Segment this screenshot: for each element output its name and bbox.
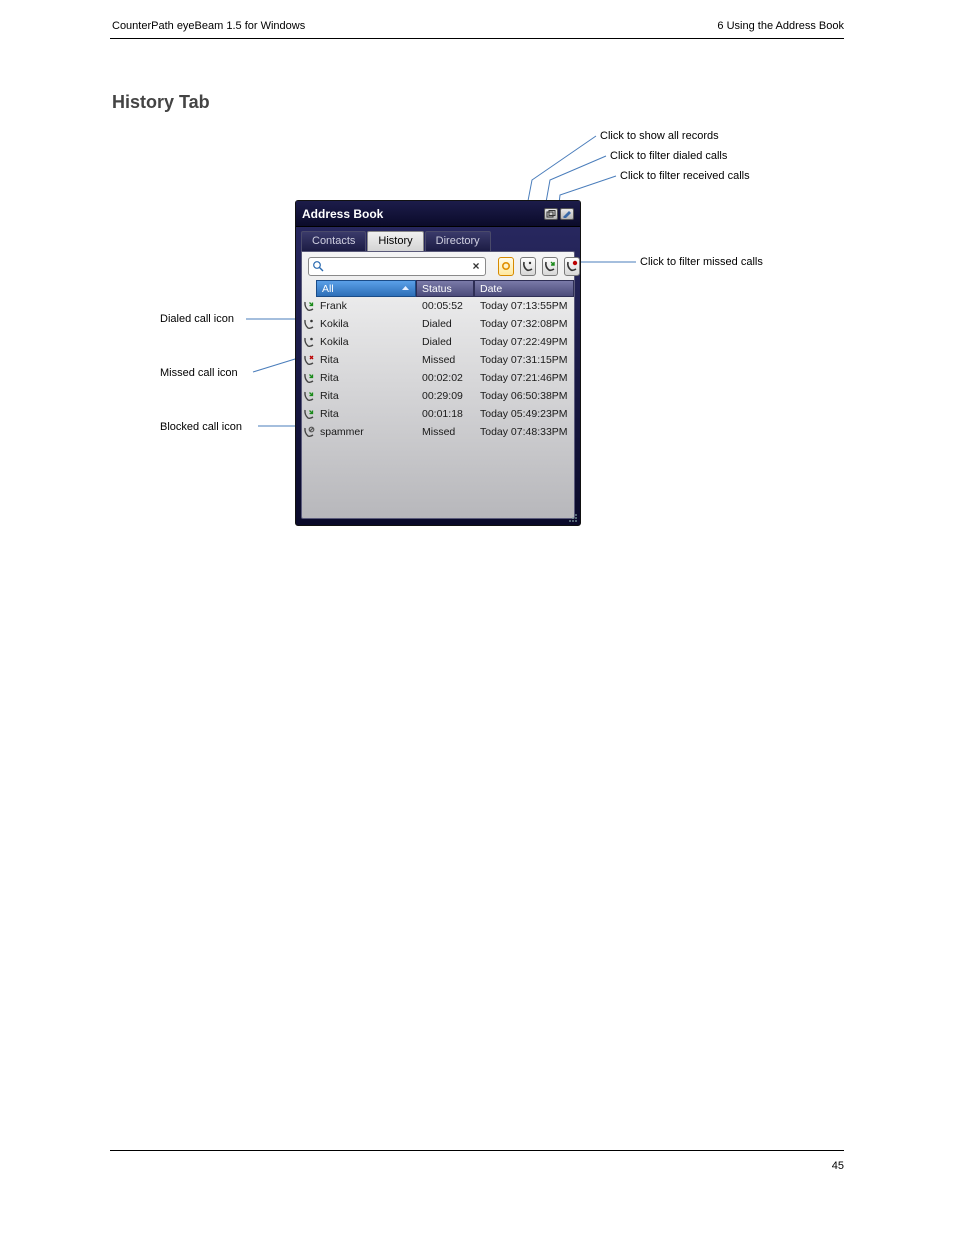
row-name: spammer: [316, 426, 416, 438]
history-row[interactable]: KokilaDialedToday 07:22:49PM: [302, 333, 574, 351]
search-field-wrap: ×: [308, 257, 486, 276]
row-name: Kokila: [316, 336, 416, 348]
clear-search-button[interactable]: ×: [470, 260, 482, 272]
row-date: Today 07:48:33PM: [474, 426, 574, 438]
tab-contacts[interactable]: Contacts: [301, 231, 366, 251]
filter-missed-button[interactable]: [564, 257, 580, 276]
sort-asc-icon: [401, 284, 410, 293]
received-call-icon: [302, 390, 316, 402]
search-input[interactable]: [324, 259, 470, 273]
history-row[interactable]: KokilaDialedToday 07:32:08PM: [302, 315, 574, 333]
row-status: Dialed: [416, 336, 474, 348]
history-row[interactable]: Rita00:29:09Today 06:50:38PM: [302, 387, 574, 405]
missed-call-icon: [302, 354, 316, 366]
row-status: 00:29:09: [416, 390, 474, 402]
column-name-header[interactable]: All: [316, 280, 416, 297]
resize-grip[interactable]: [566, 511, 578, 523]
row-name: Kokila: [316, 318, 416, 330]
history-row[interactable]: spammerMissedToday 07:48:33PM: [302, 423, 574, 441]
window-edit-button[interactable]: [560, 208, 574, 220]
address-book-window: Address Book Contacts History Directory: [295, 200, 581, 526]
history-row[interactable]: Rita00:01:18Today 05:49:23PM: [302, 405, 574, 423]
row-name: Rita: [316, 390, 416, 402]
received-call-icon: [302, 372, 316, 384]
row-date: Today 07:13:55PM: [474, 300, 574, 312]
window-restore-button[interactable]: [544, 208, 558, 220]
received-call-icon: [302, 300, 316, 312]
row-name: Rita: [316, 372, 416, 384]
row-status: 00:01:18: [416, 408, 474, 420]
tab-history[interactable]: History: [367, 231, 423, 251]
row-status: Missed: [416, 354, 474, 366]
row-status: Missed: [416, 426, 474, 438]
row-name: Rita: [316, 354, 416, 366]
row-status: 00:05:52: [416, 300, 474, 312]
row-name: Frank: [316, 300, 416, 312]
tab-directory[interactable]: Directory: [425, 231, 491, 251]
dialed-call-icon: [302, 336, 316, 348]
resize-grip-icon: [566, 511, 578, 523]
column-date-header[interactable]: Date: [474, 280, 574, 297]
history-row[interactable]: Frank00:05:52Today 07:13:55PM: [302, 297, 574, 315]
dialed-call-icon: [302, 318, 316, 330]
history-row[interactable]: RitaMissedToday 07:31:15PM: [302, 351, 574, 369]
row-date: Today 06:50:38PM: [474, 390, 574, 402]
phone-dialed-icon: [521, 259, 535, 273]
row-date: Today 07:21:46PM: [474, 372, 574, 384]
filter-received-button[interactable]: [542, 257, 558, 276]
row-date: Today 07:32:08PM: [474, 318, 574, 330]
phone-received-icon: [543, 259, 557, 273]
phone-missed-icon: [565, 259, 579, 273]
row-name: Rita: [316, 408, 416, 420]
row-date: Today 05:49:23PM: [474, 408, 574, 420]
page-number: 45: [832, 1160, 844, 1172]
window-title: Address Book: [302, 207, 544, 221]
row-date: Today 07:31:15PM: [474, 354, 574, 366]
blocked-call-icon: [302, 426, 316, 438]
row-status: 00:02:02: [416, 372, 474, 384]
row-date: Today 07:22:49PM: [474, 336, 574, 348]
sun-icon: [499, 259, 513, 273]
history-row[interactable]: Rita00:02:02Today 07:21:46PM: [302, 369, 574, 387]
restore-icon: [546, 210, 556, 218]
pencil-icon: [562, 210, 572, 218]
received-call-icon: [302, 408, 316, 420]
search-icon: [312, 260, 324, 272]
filter-all-button[interactable]: [498, 257, 514, 276]
column-status-header[interactable]: Status: [416, 280, 474, 297]
column-name-label: All: [322, 283, 334, 295]
row-status: Dialed: [416, 318, 474, 330]
filter-dialed-button[interactable]: [520, 257, 536, 276]
